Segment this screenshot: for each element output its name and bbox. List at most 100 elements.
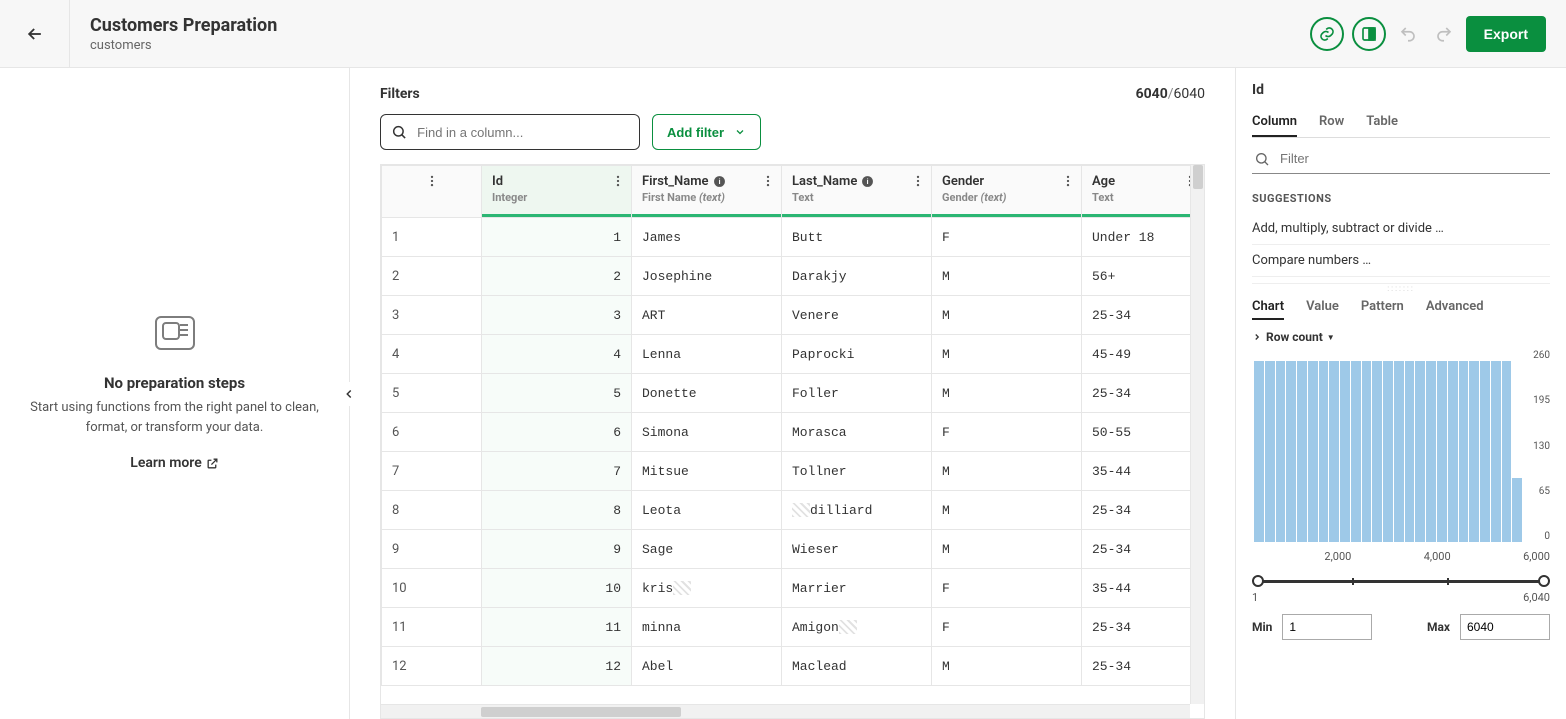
chart-metric-selector[interactable]: Row count ▼ bbox=[1252, 330, 1550, 344]
cell-last-name[interactable]: Wieser bbox=[782, 530, 932, 569]
cell-age[interactable]: 25-34 bbox=[1082, 608, 1204, 647]
cell-last-name[interactable]: dilliard bbox=[782, 491, 932, 530]
horizontal-scrollbar[interactable] bbox=[381, 704, 1190, 718]
cell-first-name[interactable]: Mitsue bbox=[632, 452, 782, 491]
table-row[interactable]: 22JosephineDarakjyM56+ bbox=[382, 257, 1204, 296]
tab-table[interactable]: Table bbox=[1366, 108, 1398, 137]
suggestion-item[interactable]: Add, multiply, subtract or divide … bbox=[1252, 213, 1550, 245]
learn-more-link[interactable]: Learn more bbox=[130, 455, 218, 471]
cell-id[interactable]: 2 bbox=[482, 257, 632, 296]
cell-id[interactable]: 1 bbox=[482, 218, 632, 257]
cell-first-name[interactable]: ART bbox=[632, 296, 782, 335]
info-icon[interactable]: i bbox=[713, 175, 726, 188]
cell-gender[interactable]: M bbox=[932, 374, 1082, 413]
suggestions-filter-input[interactable] bbox=[1278, 150, 1548, 167]
vertical-scrollbar[interactable] bbox=[1190, 165, 1204, 704]
cell-first-name[interactable]: Leota bbox=[632, 491, 782, 530]
cell-gender[interactable]: M bbox=[932, 530, 1082, 569]
column-menu-icon[interactable] bbox=[611, 174, 625, 188]
info-icon[interactable]: i bbox=[861, 175, 874, 188]
cell-gender[interactable]: M bbox=[932, 491, 1082, 530]
row-number-header[interactable] bbox=[382, 166, 482, 218]
subtab-advanced[interactable]: Advanced bbox=[1426, 295, 1484, 320]
histogram-bar[interactable] bbox=[1329, 361, 1339, 542]
cell-id[interactable]: 4 bbox=[482, 335, 632, 374]
histogram-bar[interactable] bbox=[1426, 361, 1436, 542]
table-row[interactable]: 44LennaPaprockiM45-49 bbox=[382, 335, 1204, 374]
cell-age[interactable]: Under 18 bbox=[1082, 218, 1204, 257]
cell-id[interactable]: 3 bbox=[482, 296, 632, 335]
cell-age[interactable]: 35-44 bbox=[1082, 569, 1204, 608]
cell-id[interactable]: 6 bbox=[482, 413, 632, 452]
cell-last-name[interactable]: Tollner bbox=[782, 452, 932, 491]
range-slider[interactable] bbox=[1256, 573, 1546, 589]
cell-gender[interactable]: M bbox=[932, 257, 1082, 296]
table-row[interactable]: 1212AbelMacleadM25-34 bbox=[382, 647, 1204, 686]
histogram-bar[interactable] bbox=[1415, 361, 1425, 542]
cell-id[interactable]: 7 bbox=[482, 452, 632, 491]
histogram-bar[interactable] bbox=[1254, 361, 1264, 542]
cell-age[interactable]: 25-34 bbox=[1082, 491, 1204, 530]
cell-first-name[interactable]: Abel bbox=[632, 647, 782, 686]
add-filter-button[interactable]: Add filter bbox=[652, 114, 761, 150]
histogram-bar[interactable] bbox=[1286, 361, 1296, 542]
column-header-age[interactable]: AgeText bbox=[1082, 166, 1204, 218]
cell-first-name[interactable]: minna bbox=[632, 608, 782, 647]
table-row[interactable]: 88LeotadilliardM25-34 bbox=[382, 491, 1204, 530]
cell-id[interactable]: 12 bbox=[482, 647, 632, 686]
histogram-bar[interactable] bbox=[1340, 361, 1350, 542]
table-row[interactable]: 1010krisMarrierF35-44 bbox=[382, 569, 1204, 608]
histogram-bar[interactable] bbox=[1502, 361, 1512, 542]
cell-first-name[interactable]: kris bbox=[632, 569, 782, 608]
cell-last-name[interactable]: Paprocki bbox=[782, 335, 932, 374]
histogram-bar[interactable] bbox=[1405, 361, 1415, 542]
cell-age[interactable]: 25-34 bbox=[1082, 296, 1204, 335]
table-row[interactable]: 33ARTVenereM25-34 bbox=[382, 296, 1204, 335]
tab-column[interactable]: Column bbox=[1252, 108, 1297, 137]
cell-last-name[interactable]: Morasca bbox=[782, 413, 932, 452]
column-search-input[interactable] bbox=[380, 114, 640, 150]
table-row[interactable]: 1111minnaAmigonF25-34 bbox=[382, 608, 1204, 647]
cell-age[interactable]: 25-34 bbox=[1082, 530, 1204, 569]
suggestions-filter[interactable] bbox=[1252, 144, 1550, 174]
cell-first-name[interactable]: Simona bbox=[632, 413, 782, 452]
cell-id[interactable]: 11 bbox=[482, 608, 632, 647]
cell-gender[interactable]: F bbox=[932, 218, 1082, 257]
histogram-bar[interactable] bbox=[1394, 361, 1404, 542]
cell-id[interactable]: 8 bbox=[482, 491, 632, 530]
cell-last-name[interactable]: Darakjy bbox=[782, 257, 932, 296]
cell-last-name[interactable]: Maclead bbox=[782, 647, 932, 686]
table-row[interactable]: 55DonetteFollerM25-34 bbox=[382, 374, 1204, 413]
cell-gender[interactable]: M bbox=[932, 296, 1082, 335]
histogram-bar[interactable] bbox=[1297, 361, 1307, 542]
histogram-bar[interactable] bbox=[1512, 478, 1522, 542]
histogram-bar[interactable] bbox=[1448, 361, 1458, 542]
histogram-bar[interactable] bbox=[1265, 361, 1275, 542]
histogram-bar[interactable] bbox=[1383, 361, 1393, 542]
histogram-bar[interactable] bbox=[1437, 361, 1447, 542]
column-menu-icon[interactable] bbox=[1061, 174, 1075, 188]
link-icon[interactable] bbox=[1310, 17, 1344, 51]
table-row[interactable]: 66SimonaMorascaF50-55 bbox=[382, 413, 1204, 452]
back-button[interactable] bbox=[0, 0, 70, 67]
cell-first-name[interactable]: Lenna bbox=[632, 335, 782, 374]
histogram-bar[interactable] bbox=[1276, 361, 1286, 542]
table-row[interactable]: 77MitsueTollnerM35-44 bbox=[382, 452, 1204, 491]
histogram-bar[interactable] bbox=[1469, 361, 1479, 542]
column-menu-icon[interactable] bbox=[911, 174, 925, 188]
cell-gender[interactable]: M bbox=[932, 335, 1082, 374]
panel-toggle-icon[interactable] bbox=[1352, 17, 1386, 51]
cell-gender[interactable]: F bbox=[932, 413, 1082, 452]
cell-first-name[interactable]: Josephine bbox=[632, 257, 782, 296]
histogram-bar[interactable] bbox=[1319, 361, 1329, 542]
subtab-chart[interactable]: Chart bbox=[1252, 295, 1284, 320]
tab-row[interactable]: Row bbox=[1319, 108, 1344, 137]
cell-gender[interactable]: F bbox=[932, 569, 1082, 608]
slider-handle-min[interactable] bbox=[1252, 575, 1264, 587]
cell-age[interactable]: 56+ bbox=[1082, 257, 1204, 296]
export-button[interactable]: Export bbox=[1466, 16, 1546, 52]
histogram-bar[interactable] bbox=[1308, 361, 1318, 542]
suggestion-item[interactable]: Compare numbers … bbox=[1252, 245, 1550, 277]
histogram-bar[interactable] bbox=[1459, 361, 1469, 542]
cell-age[interactable]: 25-34 bbox=[1082, 647, 1204, 686]
